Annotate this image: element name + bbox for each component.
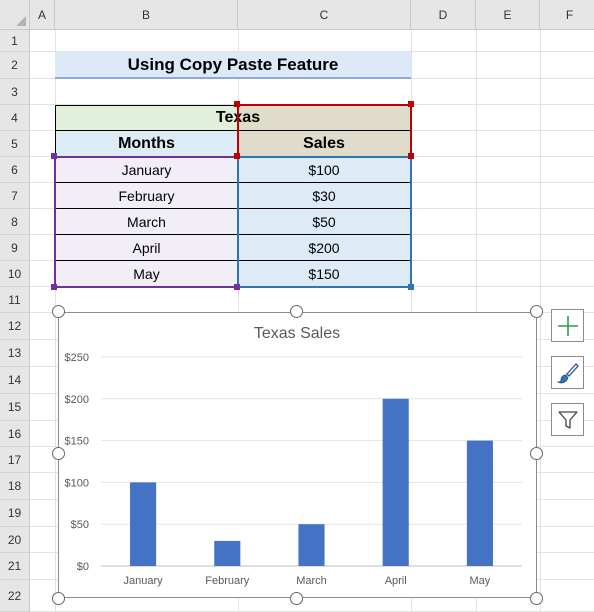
sales-cell[interactable]: $30	[238, 183, 411, 209]
y-tick-label: $200	[65, 394, 89, 406]
chart-resize-handle[interactable]	[530, 447, 543, 460]
plus-icon	[557, 315, 578, 336]
month-cell[interactable]: May	[55, 261, 238, 287]
chart-resize-handle[interactable]	[290, 592, 303, 605]
select-all-triangle-icon	[16, 16, 26, 26]
range-handle[interactable]	[234, 284, 240, 290]
chart-styles-button[interactable]	[551, 356, 584, 389]
row-header[interactable]: 20	[0, 527, 30, 553]
row-header[interactable]: 21	[0, 553, 30, 580]
row-header[interactable]: 9	[0, 235, 30, 261]
x-tick-label: April	[385, 575, 407, 587]
month-cell[interactable]: February	[55, 183, 238, 209]
row-header[interactable]: 4	[0, 105, 30, 131]
x-tick-label: March	[296, 575, 327, 587]
range-handle[interactable]	[234, 101, 240, 107]
bar[interactable]	[466, 440, 493, 566]
sales-cell[interactable]: $100	[238, 157, 411, 183]
row-header[interactable]: 3	[0, 79, 30, 105]
y-tick-label: $150	[65, 436, 89, 448]
row-header[interactable]: 8	[0, 209, 30, 235]
y-tick-label: $0	[77, 561, 89, 573]
months-header[interactable]: Months	[55, 131, 238, 157]
column-header-f[interactable]: F	[540, 0, 594, 30]
range-handle[interactable]	[408, 153, 414, 159]
column-header-c[interactable]: C	[238, 0, 411, 30]
range-handle[interactable]	[51, 153, 57, 159]
row-header[interactable]: 7	[0, 183, 30, 209]
sales-cell[interactable]: $150	[238, 261, 411, 287]
month-cell[interactable]: March	[55, 209, 238, 235]
bar[interactable]	[214, 540, 241, 566]
row-header[interactable]: 14	[0, 367, 30, 394]
row-header[interactable]: 10	[0, 261, 30, 287]
chart-elements-button[interactable]	[551, 309, 584, 342]
row-header[interactable]: 18	[0, 473, 30, 500]
range-handle[interactable]	[234, 153, 240, 159]
funnel-icon	[557, 410, 578, 429]
x-tick-label: May	[470, 575, 491, 587]
column-header-b[interactable]: B	[55, 0, 238, 30]
chart-resize-handle[interactable]	[52, 592, 65, 605]
sales-cell[interactable]: $50	[238, 209, 411, 235]
sheet-title[interactable]: Using Copy Paste Feature	[55, 52, 411, 79]
sales-cell[interactable]: $200	[238, 235, 411, 261]
bar[interactable]	[382, 398, 409, 566]
chart-resize-handle[interactable]	[52, 305, 65, 318]
range-handle[interactable]	[408, 101, 414, 107]
row-header[interactable]: 22	[0, 580, 30, 612]
month-cell[interactable]: January	[55, 157, 238, 183]
chart-resize-handle[interactable]	[530, 305, 543, 318]
row-header[interactable]: 17	[0, 447, 30, 473]
column-header-e[interactable]: E	[476, 0, 540, 30]
month-cell[interactable]: April	[55, 235, 238, 261]
range-handle[interactable]	[51, 284, 57, 290]
chart-title[interactable]: Texas Sales	[254, 325, 340, 342]
table-group-header-text: Texas	[215, 109, 261, 126]
row-header[interactable]: 19	[0, 500, 30, 527]
x-tick-label: February	[205, 575, 250, 587]
select-all-corner[interactable]	[0, 0, 30, 30]
sales-header[interactable]: Sales	[238, 131, 411, 157]
bar-chart[interactable]: Texas Sales $0 $50 $100 $150 $200 $250 January F…	[59, 313, 538, 599]
brush-icon	[556, 362, 579, 383]
y-tick-label: $100	[65, 477, 89, 489]
row-header[interactable]: 6	[0, 157, 30, 183]
row-header[interactable]: 2	[0, 52, 30, 79]
row-header[interactable]: 1	[0, 30, 30, 52]
table-group-header[interactable]: Texas	[216, 105, 411, 131]
row-header[interactable]: 13	[0, 340, 30, 367]
y-tick-label: $50	[71, 519, 89, 531]
row-header[interactable]: 11	[0, 287, 30, 313]
column-header-d[interactable]: D	[411, 0, 476, 30]
bar[interactable]	[130, 482, 157, 566]
row-header[interactable]: 5	[0, 131, 30, 157]
row-header[interactable]: 15	[0, 394, 30, 421]
bar[interactable]	[298, 524, 325, 566]
y-tick-label: $250	[65, 352, 89, 364]
chart-filters-button[interactable]	[551, 403, 584, 436]
chart-resize-handle[interactable]	[52, 447, 65, 460]
row-header[interactable]: 12	[0, 313, 30, 340]
range-handle[interactable]	[408, 284, 414, 290]
x-tick-label: January	[124, 575, 164, 587]
gridline	[540, 30, 541, 612]
row-header[interactable]: 16	[0, 421, 30, 447]
chart-area[interactable]: Texas Sales $0 $50 $100 $150 $200 $250 January F…	[58, 312, 537, 598]
chart-resize-handle[interactable]	[530, 592, 543, 605]
column-header-a[interactable]: A	[30, 0, 55, 30]
chart-resize-handle[interactable]	[290, 305, 303, 318]
